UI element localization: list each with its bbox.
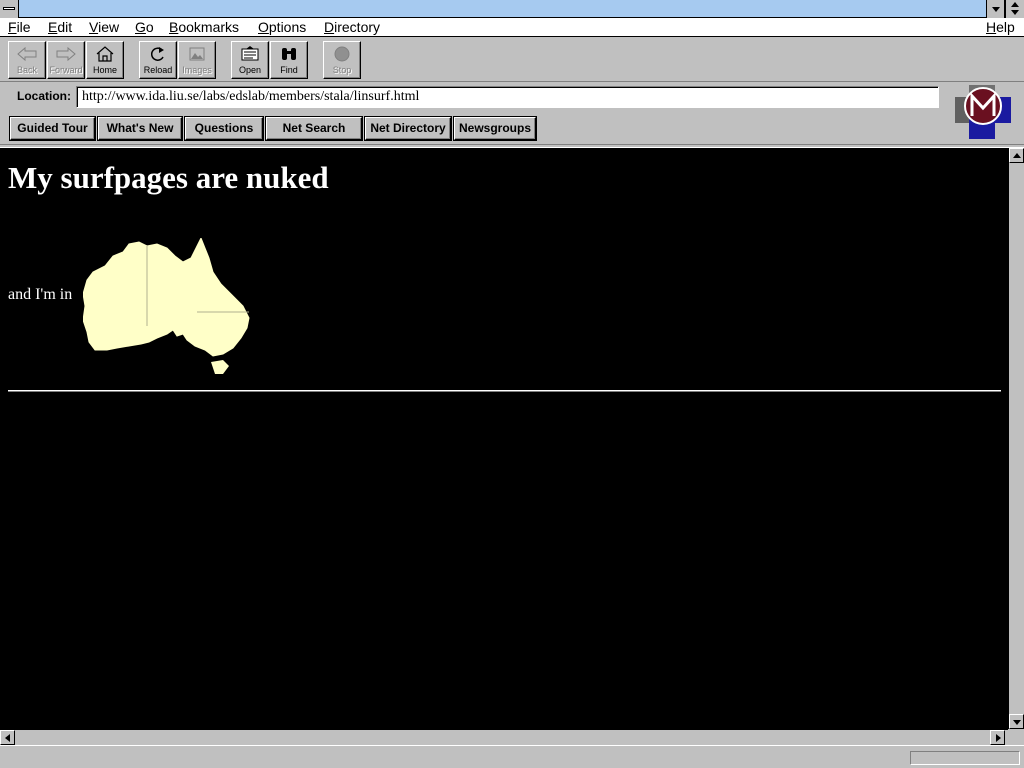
scroll-left-button[interactable] xyxy=(0,730,15,745)
find-button[interactable]: Find xyxy=(270,41,308,79)
vertical-scrollbar[interactable] xyxy=(1008,148,1024,729)
guided-tour-button[interactable]: Guided Tour xyxy=(10,117,95,140)
menu-edit[interactable]: Edit xyxy=(47,19,73,36)
images-icon xyxy=(189,47,205,61)
location-input[interactable] xyxy=(76,86,939,108)
restore-down-icon xyxy=(1011,10,1019,15)
find-binoculars-icon xyxy=(282,48,296,60)
page-title: My surfpages are nuked xyxy=(8,160,329,195)
find-label: Find xyxy=(280,65,298,75)
images-button[interactable]: Images xyxy=(178,41,216,79)
menu-bookmarks[interactable]: Bookmarks xyxy=(168,19,240,36)
progress-indicator xyxy=(910,751,1020,765)
scroll-left-icon xyxy=(5,734,10,742)
status-bar xyxy=(0,745,1024,768)
scroll-up-icon xyxy=(1013,153,1021,158)
directory-buttons: Guided Tour What's New Questions Net Sea… xyxy=(0,116,950,144)
questions-button[interactable]: Questions xyxy=(185,117,263,140)
horizontal-rule xyxy=(8,390,1001,392)
minimize-icon xyxy=(992,7,1000,12)
mosaic-m-logo-icon xyxy=(953,83,1013,141)
location-bar: Location: xyxy=(0,82,1024,116)
whats-new-button[interactable]: What's New xyxy=(98,117,182,140)
menu-help[interactable]: Help xyxy=(985,19,1016,36)
scroll-down-button[interactable] xyxy=(1009,714,1024,729)
menu-go[interactable]: Go xyxy=(134,19,155,36)
horizontal-scrollbar[interactable] xyxy=(0,729,1008,745)
stop-label: Stop xyxy=(332,65,352,75)
open-icon xyxy=(241,46,259,61)
scroll-right-icon xyxy=(996,734,1001,742)
intro-text: and I'm in xyxy=(8,286,73,303)
net-search-button[interactable]: Net Search xyxy=(266,117,362,140)
restore-up-icon xyxy=(1011,2,1019,7)
forward-label: Forward xyxy=(49,65,83,75)
home-icon xyxy=(96,46,114,62)
scroll-up-button[interactable] xyxy=(1009,148,1024,163)
toolbar: Back Forward Home Reload Images Open Fin… xyxy=(0,38,1024,82)
menu-directory[interactable]: Directory xyxy=(323,19,381,36)
australia-map-icon xyxy=(83,238,250,374)
images-label: Images xyxy=(182,65,212,75)
page-content: My surfpages are nuked and I'm in xyxy=(0,148,1008,729)
system-menu-icon xyxy=(3,7,15,10)
scroll-down-icon xyxy=(1013,720,1021,725)
back-arrow-icon xyxy=(17,46,37,62)
back-button[interactable]: Back xyxy=(8,41,46,79)
scrollbar-corner xyxy=(1008,729,1024,745)
reload-icon xyxy=(150,47,164,61)
menu-file[interactable]: File xyxy=(7,19,32,36)
restore-button[interactable] xyxy=(1005,0,1024,18)
reload-button[interactable]: Reload xyxy=(139,41,177,79)
location-label: Location: xyxy=(17,89,71,103)
back-label: Back xyxy=(16,65,37,75)
reload-label: Reload xyxy=(143,65,173,75)
menu-view[interactable]: View xyxy=(88,19,120,36)
menu-options[interactable]: Options xyxy=(257,19,307,36)
stop-button[interactable]: Stop xyxy=(323,41,361,79)
status-text xyxy=(4,749,904,765)
system-menu-button[interactable] xyxy=(0,0,19,18)
forward-button[interactable]: Forward xyxy=(47,41,85,79)
minimize-button[interactable] xyxy=(986,0,1005,18)
home-label: Home xyxy=(92,65,117,75)
open-button[interactable]: Open xyxy=(231,41,269,79)
open-label: Open xyxy=(238,65,262,75)
stop-icon xyxy=(334,46,350,62)
menu-bar: File Edit View Go Bookmarks Options Dire… xyxy=(0,18,1024,37)
net-directory-button[interactable]: Net Directory xyxy=(365,117,451,140)
newsgroups-button[interactable]: Newsgroups xyxy=(454,117,536,140)
forward-arrow-icon xyxy=(56,46,76,62)
title-bar xyxy=(0,0,1024,18)
scroll-right-button[interactable] xyxy=(990,730,1005,745)
home-button[interactable]: Home xyxy=(86,41,124,79)
